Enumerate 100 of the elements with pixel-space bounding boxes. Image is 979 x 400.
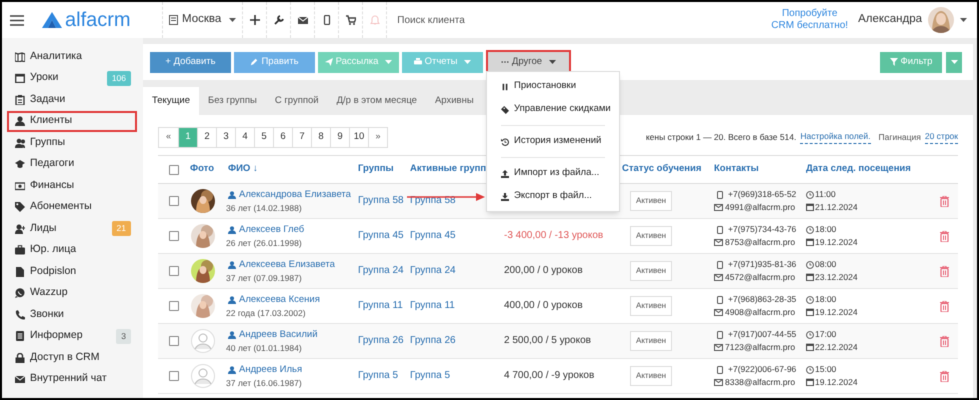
sidebar-item[interactable]: Юр. лица [7,240,137,261]
checkbox[interactable] [169,301,179,311]
sidebar-item[interactable]: Группы [7,132,137,154]
sidebar-item[interactable]: Звонки [7,304,137,326]
email-text: 7123@alfacrm.pro [725,341,796,354]
sidebar-item[interactable]: Финансы [7,175,137,196]
page-link[interactable]: 6 [273,128,292,146]
toolbar-button[interactable]: Другое [488,52,569,72]
tab[interactable]: Д/р в этом месяце [328,87,426,115]
checkbox[interactable] [169,266,179,276]
page-link[interactable]: 5 [254,128,273,146]
group-link[interactable]: Группа 24 [410,265,456,276]
menu-item[interactable]: История изменений [487,130,619,153]
sidebar-item[interactable]: Аналитика [7,46,137,68]
client-name-link[interactable]: Андреев Василий [228,328,318,342]
column-header[interactable]: Контакты [714,156,806,184]
menu-item[interactable]: Экспорт в файл... [487,185,619,208]
column-header[interactable]: Статус обучения [622,156,714,184]
cart-icon[interactable] [346,15,356,25]
menu-icon[interactable] [10,14,24,26]
promo-link[interactable]: Попробуйте [782,8,838,20]
sidebar-item[interactable]: Абонементы [7,196,137,218]
column-header[interactable]: Группы [358,156,410,184]
envelope-icon[interactable] [298,15,308,25]
sidebar-item[interactable]: Информер 3 [7,326,137,347]
tab[interactable]: Текущие [143,87,199,115]
column-header[interactable]: Дата след. посещения [806,156,918,184]
group-link[interactable]: Группа 58 [358,195,404,206]
checkbox[interactable] [169,196,179,206]
caret-icon [950,60,958,64]
group-link[interactable]: Группа 26 [410,335,456,346]
checkbox[interactable] [169,231,179,241]
column-header[interactable]: ФИО ↓ [228,156,358,184]
mobile-phone-icon[interactable] [322,15,332,25]
menu-item[interactable]: Приостановки [487,75,619,98]
sidebar-item[interactable]: Лиды 21 [7,218,137,240]
client-name-link[interactable]: Алексеева Ксения [228,292,320,307]
group-link[interactable]: Группа 5 [410,370,450,382]
mobile-phone-icon [717,366,723,374]
checkbox[interactable] [169,164,179,174]
date-text: 21.12.2024 [815,201,858,214]
trash-icon[interactable] [940,370,949,382]
sidebar-item[interactable]: Уроки 106 [7,68,137,89]
branch-dropdown[interactable]: Москва [163,2,242,38]
sidebar-item[interactable]: Wazzup [7,282,137,304]
clock-icon [806,296,814,304]
trash-icon[interactable] [940,196,949,206]
tab[interactable]: Без группы [198,87,266,115]
menu-item[interactable]: Управление скидками [487,98,619,121]
pagination-prev[interactable]: « [159,128,178,146]
tab[interactable]: С группой [266,87,328,115]
client-name-link[interactable]: Алексеев Глеб [228,222,304,237]
client-name-link[interactable]: Александрова Елизавета [228,188,351,202]
trash-icon[interactable] [940,336,949,346]
page-link[interactable]: 3 [216,128,235,146]
group-link[interactable]: Группа 26 [358,335,404,346]
trash-icon[interactable] [940,230,949,242]
sidebar-item[interactable]: Внутренний чат [7,368,137,390]
user-name[interactable]: Александра [858,11,922,29]
sidebar-item[interactable]: Podpislon [7,261,137,282]
sidebar-item[interactable]: Задачи [7,89,137,110]
column-header[interactable]: Фото [190,156,228,184]
checkbox[interactable] [169,336,179,346]
page-link[interactable]: 10 [349,128,368,146]
page-link[interactable]: 4 [235,128,254,146]
client-name-link[interactable]: Алексеева Елизавета [228,258,335,272]
page-link[interactable]: 7 [292,128,311,146]
group-link[interactable]: Группа 11 [410,300,455,312]
logo[interactable]: alfacrm [42,10,162,30]
age-text: 40 лет (01.01.1984) [226,342,303,354]
toolbar-button[interactable]: + Добавить [150,52,231,72]
sidebar-item[interactable]: Доступ в CRM [7,347,137,368]
sidebar-item[interactable]: Клиенты [7,110,137,132]
page-link[interactable]: 8 [311,128,330,146]
trash-icon[interactable] [940,266,949,276]
group-link[interactable]: Группа 24 [358,265,404,276]
filter-dropdown-button[interactable] [946,52,962,72]
tab[interactable]: Архивны [426,87,483,115]
sidebar-item[interactable]: Педагоги [7,154,137,175]
client-name-link[interactable]: Андреев Илья [228,362,302,377]
status-badge: Активен [630,366,672,386]
caret-icon[interactable] [960,18,967,22]
pagination-next[interactable]: » [368,128,387,146]
group-link[interactable]: Группа 45 [358,230,404,242]
wrench-icon[interactable] [274,15,284,25]
add-icon[interactable] [250,15,260,25]
search-field[interactable]: Поиск клиента [397,12,698,28]
rows-per-page-link[interactable]: 20 строк [924,130,958,144]
group-link[interactable]: Группа 11 [358,300,403,312]
menu-item[interactable]: Импорт из файла... [487,162,619,185]
page-link[interactable]: 2 [197,128,216,146]
trash-icon[interactable] [940,300,949,312]
checkbox[interactable] [169,371,179,381]
phone-text: +7(917)007-44-55 [728,328,796,341]
clock-icon [806,260,814,269]
page-link[interactable]: 9 [330,128,349,146]
group-link[interactable]: Группа 45 [410,230,456,242]
field-settings-link[interactable]: Настройка полей. [800,130,871,144]
group-link[interactable]: Группа 5 [358,370,398,382]
promo-link[interactable]: CRM бесплатно! [771,20,848,32]
